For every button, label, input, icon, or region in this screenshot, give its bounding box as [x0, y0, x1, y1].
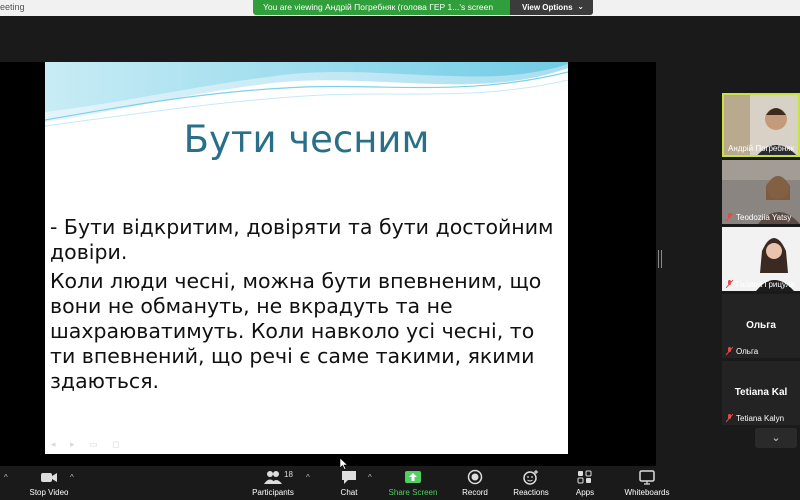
participant-name: Tetiana Kalyn — [736, 414, 785, 423]
participant-tile[interactable]: Ольга Ольга — [722, 294, 800, 358]
chevron-up-icon[interactable]: ^ — [4, 473, 8, 482]
panel-splitter-handle[interactable] — [658, 250, 662, 268]
slide-paragraph-2: Коли люди чесні, можна бути впевненим, щ… — [50, 269, 542, 393]
chevron-down-icon: ⌄ — [577, 2, 584, 11]
participant-name: Андрій Погребняк — [728, 144, 795, 153]
record-button[interactable]: Record — [456, 469, 494, 497]
participant-name: Teodoziia Yatsy — [736, 213, 792, 222]
participants-icon — [264, 471, 282, 484]
chevron-down-icon: ⌄ — [771, 432, 781, 444]
participant-display-name: Ольга — [746, 320, 776, 331]
slide-body: - Бути відкритим, довіряти та бути досто… — [50, 215, 560, 398]
participant-display-name: Tetiana Kal — [734, 387, 788, 398]
gallery-scroll-down-button[interactable]: ⌄ — [755, 428, 797, 448]
view-options-label: View Options — [522, 3, 573, 12]
apps-button[interactable]: Apps — [570, 469, 600, 497]
view-options-button[interactable]: View Options ⌄ — [510, 0, 593, 15]
stop-video-button[interactable]: Stop Video — [26, 469, 72, 497]
chat-icon — [342, 471, 356, 484]
share-banner: You are viewing Андрій Погребняк (голова… — [253, 0, 593, 15]
whiteboard-icon — [639, 470, 655, 485]
share-banner-text: You are viewing Андрій Погребняк (голова… — [263, 2, 494, 12]
reactions-icon — [523, 470, 538, 485]
slide-paragraph-1: - Бути відкритим, довіряти та бути досто… — [50, 215, 554, 264]
mic-muted-icon — [726, 347, 733, 355]
participant-tile[interactable]: Teodoziia Yatsy — [722, 160, 800, 224]
share-screen-button[interactable]: Share Screen — [386, 469, 440, 497]
mic-muted-icon — [726, 213, 733, 221]
apps-label: Apps — [575, 488, 595, 497]
mouse-cursor-icon — [340, 458, 348, 470]
participants-label: Participants — [252, 488, 294, 497]
video-camera-icon — [41, 473, 57, 482]
participant-tile[interactable]: Tetiana Kal Tetiana Kalyn — [722, 361, 800, 425]
mic-muted-icon — [726, 280, 733, 288]
share-screen-label: Share Screen — [388, 488, 438, 497]
participant-name: Галина Грицула — [736, 280, 795, 289]
stop-video-label: Stop Video — [29, 488, 69, 497]
mic-muted-icon — [726, 414, 733, 422]
participant-name: Ольга — [736, 347, 759, 356]
window-title: eeting — [0, 2, 25, 12]
participant-tile[interactable]: Андрій Погребняк — [722, 93, 800, 157]
whiteboards-label: Whiteboards — [624, 488, 670, 497]
reactions-button[interactable]: Reactions — [508, 469, 554, 497]
share-screen-icon — [405, 471, 421, 483]
chevron-up-icon[interactable]: ^ — [70, 473, 74, 482]
slide-title: Бути чесним — [183, 118, 430, 161]
chevron-up-icon[interactable]: ^ — [306, 473, 310, 482]
chat-button[interactable]: Chat — [334, 469, 364, 497]
reactions-label: Reactions — [513, 488, 549, 497]
record-icon — [467, 469, 483, 485]
meeting-toolbar: ^ Stop Video ^ Participants 18 ^ Chat ^ … — [0, 466, 800, 500]
participants-count: 18 — [284, 470, 293, 479]
slide-nav-icons[interactable]: ◂ ▸ ▭ ◻ — [51, 439, 126, 450]
apps-icon — [577, 470, 592, 484]
participant-tile[interactable]: Галина Грицула — [722, 227, 800, 291]
chat-label: Chat — [340, 488, 358, 497]
chevron-up-icon[interactable]: ^ — [368, 473, 372, 482]
record-label: Record — [462, 488, 488, 497]
presentation-slide: Бути чесним - Бути відкритим, довіряти т… — [45, 62, 568, 454]
whiteboards-button[interactable]: Whiteboards — [620, 469, 674, 497]
